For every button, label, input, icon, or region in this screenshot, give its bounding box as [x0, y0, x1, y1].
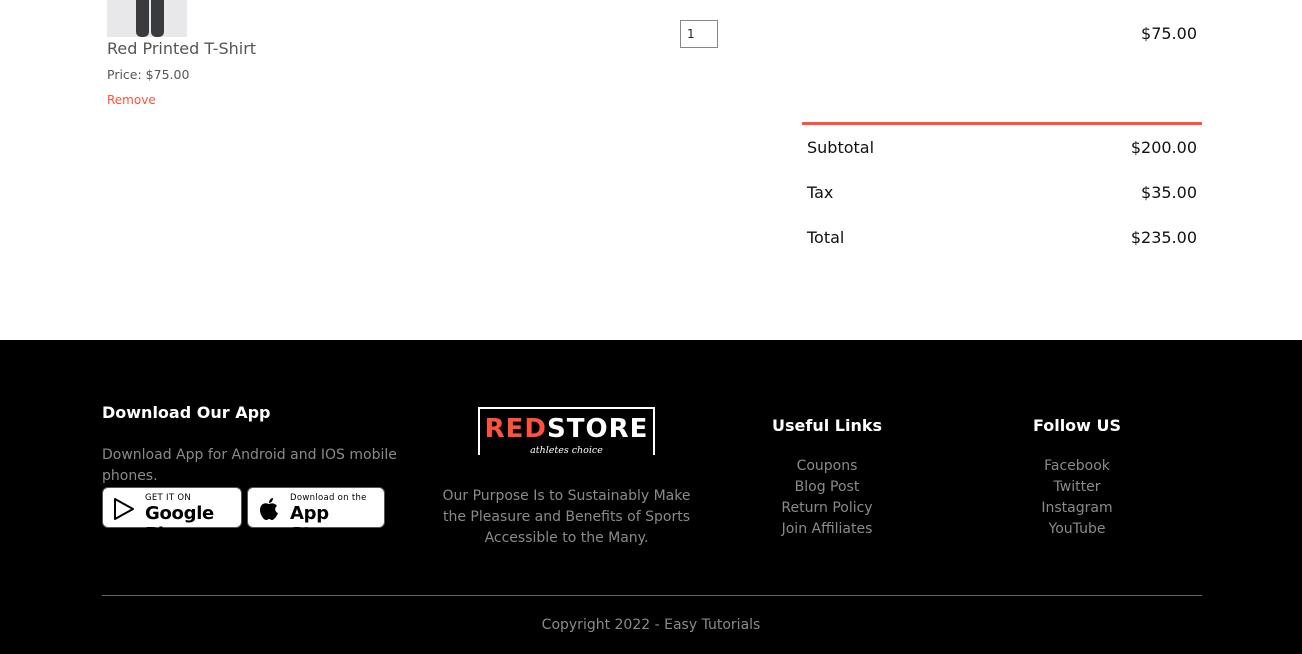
- total-value: $235.00: [1130, 228, 1197, 247]
- cart-section: Red Printed T-Shirt Price: $75.00 Remove…: [0, 0, 1302, 340]
- footer-divider: [102, 595, 1202, 596]
- play-store-icon: [114, 498, 134, 520]
- apple-icon: [260, 498, 278, 520]
- google-play-button[interactable]: GET IT ON Google Play: [102, 487, 242, 545]
- subtotal-label: Subtotal: [807, 138, 875, 157]
- link-instagram[interactable]: Instagram: [977, 500, 1177, 516]
- tax-label: Tax: [807, 183, 834, 202]
- logo-tagline: athletes choice: [480, 445, 653, 456]
- purpose-text: Our Purpose Is to Sustainably Make the P…: [442, 488, 691, 546]
- total-label: Total: [807, 228, 845, 247]
- product-image-leg-right: [151, 0, 164, 37]
- download-app-heading: Download Our App: [102, 403, 271, 422]
- product-price: Price: $75.00: [107, 67, 190, 82]
- subtotal-value: $200.00: [1130, 138, 1197, 157]
- totals-table: Subtotal $200.00 Tax $35.00 Total $235.0…: [802, 122, 1202, 247]
- link-coupons[interactable]: Coupons: [727, 458, 927, 474]
- remove-link[interactable]: Remove: [107, 93, 156, 107]
- download-app-text: Download App for Android and IOS mobile …: [102, 447, 397, 484]
- total-row: Total $235.00: [807, 228, 1197, 250]
- google-play-label: Google Play: [145, 503, 214, 545]
- follow-us-heading: Follow US: [1032, 416, 1122, 435]
- copyright: Copyright 2022 - Easy Tutorials: [541, 617, 761, 633]
- link-blog-post[interactable]: Blog Post: [727, 479, 927, 495]
- app-store-button[interactable]: Download on the App Store: [247, 487, 385, 545]
- app-store-small: Download on the: [290, 493, 367, 503]
- useful-links-heading: Useful Links: [771, 416, 882, 435]
- tax-value: $35.00: [1141, 183, 1197, 202]
- footer: Download Our App Download App for Androi…: [0, 340, 1302, 654]
- subtotal-row: Subtotal $200.00: [807, 138, 1197, 160]
- link-youtube[interactable]: YouTube: [977, 521, 1177, 537]
- product-image-leg-left: [136, 0, 149, 37]
- quantity-input[interactable]: [680, 20, 718, 48]
- logo-white-text: STORE: [547, 414, 649, 444]
- link-join-affiliates[interactable]: Join Affiliates: [727, 521, 927, 537]
- link-facebook[interactable]: Facebook: [977, 458, 1177, 474]
- link-return-policy[interactable]: Return Policy: [727, 500, 927, 516]
- tax-row: Tax $35.00: [807, 183, 1197, 205]
- app-store-label: App Store: [290, 503, 344, 545]
- product-image: [107, 0, 187, 37]
- product-name: Red Printed T-Shirt: [107, 39, 257, 58]
- line-subtotal: $75.00: [1141, 24, 1197, 43]
- logo-red-text: RED: [484, 414, 547, 444]
- redstore-logo: REDSTORE athletes choice: [478, 407, 655, 456]
- google-play-small: GET IT ON: [145, 493, 192, 503]
- link-twitter[interactable]: Twitter: [977, 479, 1177, 495]
